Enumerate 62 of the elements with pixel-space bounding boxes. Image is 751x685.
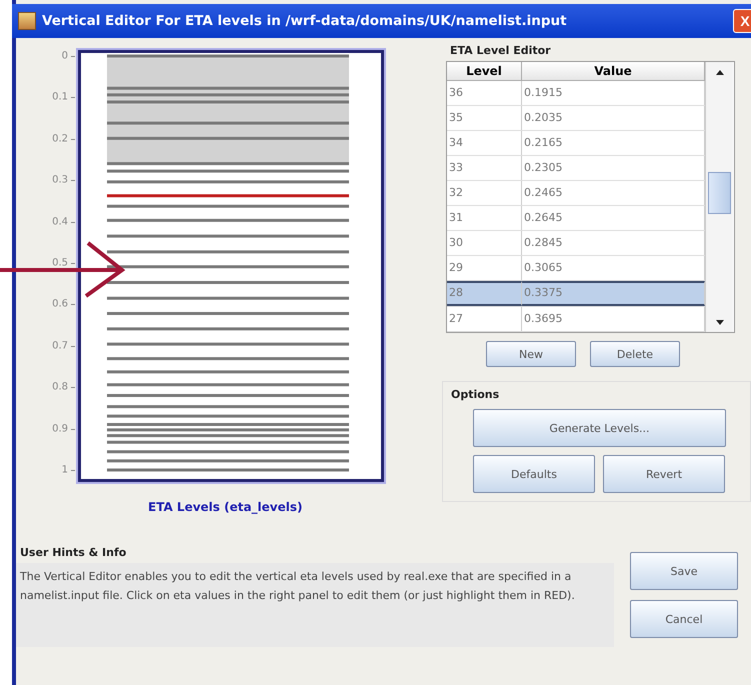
table-cell: 30 [447,231,522,255]
table-cell: 35 [447,106,522,130]
group-title: ETA Level Editor [450,44,552,57]
option-button[interactable]: Defaults [473,455,595,493]
column-header[interactable]: Level [447,62,522,80]
table-cell: 0.2035 [522,106,705,130]
table-cell: 0.2845 [522,231,705,255]
table-row[interactable]: 29 0.3065 [447,256,705,281]
table-cell: 34 [447,131,522,155]
table-cell: 31 [447,206,522,230]
table-row[interactable]: 31 0.2645 [447,206,705,231]
table-row[interactable]: 27 0.3695 [447,307,705,332]
axis-tick-label: 1 [62,464,68,476]
hint-text: The Vertical Editor enables you to edit the vertical eta levels used by real.exe that are specified in a namelist.input file. Click on eta values in the right panel to edit them (or just highlight them in RED). [16,563,614,647]
table-row[interactable]: 30 0.2845 [447,231,705,256]
table-row[interactable]: 33 0.2305 [447,156,705,181]
window-title: Vertical Editor For ETA levels in /wrf-data/domains/UK/namelist.input [42,13,568,29]
table-cell: 0.2465 [522,181,705,205]
generate-levels-button[interactable]: Generate Levels... [473,409,726,447]
axis-tick-label: 0.5 [52,258,68,268]
table-cell: 32 [447,181,522,205]
axis-tick-label: 0.3 [52,174,68,186]
scrollbar[interactable] [705,62,733,332]
arrow-annotation-icon [0,240,128,300]
table-cell: 29 [447,256,522,280]
axis-tick-label: 0.8 [52,382,68,393]
table-row[interactable]: 32 0.2465 [447,181,705,206]
table-cell: 36 [447,81,522,105]
axis-tick-label: 0.4 [52,216,68,228]
app-icon [18,12,36,30]
axis-tick-label: 0 [62,50,68,62]
scroll-up-icon[interactable] [716,70,724,74]
table-cell: 0.2645 [522,206,705,230]
table-cell: 0.2305 [522,156,705,180]
table-cell: 33 [447,156,522,180]
table-row[interactable]: 35 0.2035 [447,106,705,131]
plot-caption: ETA Levels (eta_levels) [148,500,303,514]
table-cell: 27 [447,307,522,331]
group-title: User Hints & Info [20,546,128,559]
axis-tick-label: 0.1 [52,92,68,103]
table-cell: 28 [447,281,522,306]
axis-tick-label: 0.9 [52,423,68,434]
table-cell: 0.3375 [522,281,705,306]
axis-tick-label: 0.7 [52,340,68,352]
option-button[interactable]: Revert [603,455,725,493]
dialog-button[interactable]: Cancel [630,600,738,638]
axis-tick-label: 0.2 [52,133,68,144]
table-row[interactable]: 34 0.2165 [447,131,705,156]
axis-tick-label: 0.6 [52,298,68,310]
table-cell: 0.1915 [522,81,705,105]
table-row[interactable]: 36 0.1915 [447,81,705,106]
close-button[interactable]: X [733,9,751,33]
scroll-thumb[interactable] [708,172,731,214]
table-action-button[interactable]: Delete [590,341,680,367]
table-action-button[interactable]: New [486,341,576,367]
scroll-down-icon[interactable] [716,320,724,324]
table-row[interactable]: 28 0.3375 [447,281,705,307]
group-title: Options [451,388,500,401]
table-cell: 0.2165 [522,131,705,155]
table-cell: 0.3695 [522,307,705,331]
table-cell: 0.3065 [522,256,705,280]
dialog-button[interactable]: Save [630,552,738,590]
